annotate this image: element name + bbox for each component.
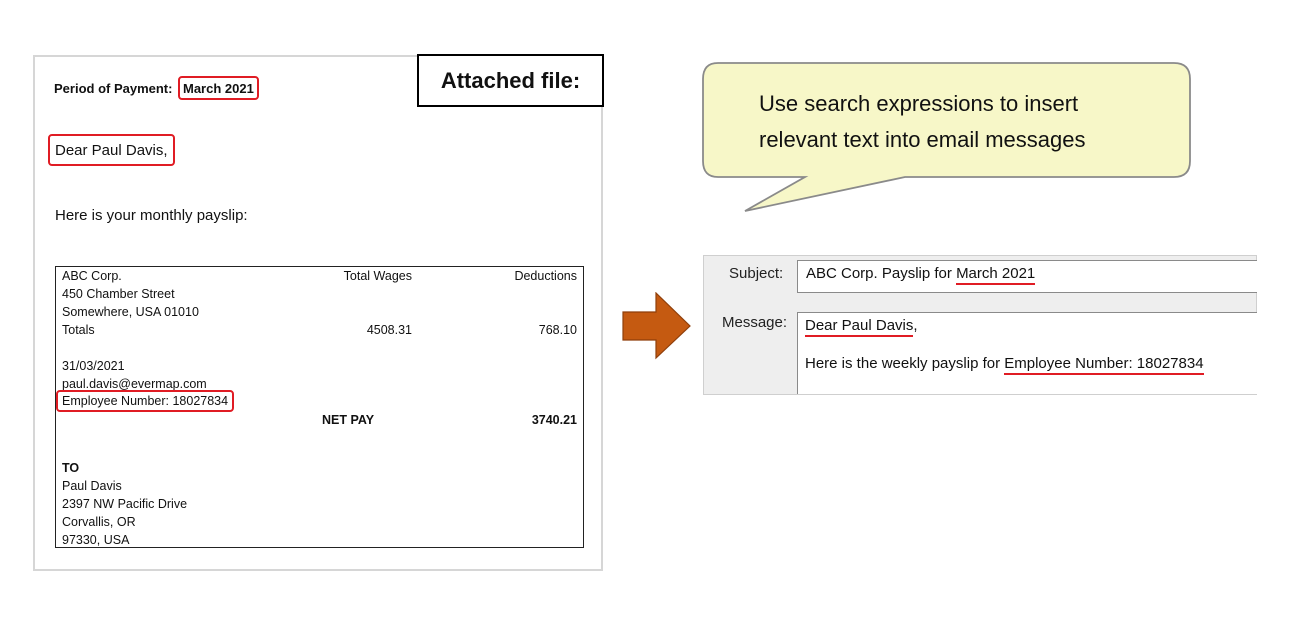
wages-total: 4508.31 bbox=[366, 323, 412, 337]
message-greeting-suffix: , bbox=[913, 317, 918, 334]
period-label: Period of Payment: bbox=[54, 81, 173, 96]
subject-variable: March 2021 bbox=[956, 265, 1036, 285]
company-city: Somewhere, USA 01010 bbox=[62, 305, 199, 319]
deductions-total: 768.10 bbox=[538, 323, 577, 337]
callout-line-2: relevant text into email messages bbox=[759, 127, 1086, 152]
greeting-highlight: Dear Paul Davis, bbox=[48, 134, 175, 166]
to-city: Corvallis, OR bbox=[62, 515, 136, 529]
message-line-2: Here is the weekly payslip for Employee … bbox=[805, 355, 1204, 375]
attached-file-label: Attached file: bbox=[417, 54, 604, 107]
net-pay-value: 3740.21 bbox=[531, 413, 577, 427]
totals-label: Totals bbox=[62, 323, 95, 337]
subject-prefix: ABC Corp. Payslip for bbox=[806, 265, 957, 282]
message-label: Message: bbox=[722, 314, 788, 331]
message-employee-variable: Employee Number: 18027834 bbox=[1004, 355, 1204, 375]
intro-text: Here is your monthly payslip: bbox=[55, 207, 248, 224]
right-arrow-icon bbox=[622, 292, 691, 360]
message-greeting-variable: Dear Paul Davis bbox=[805, 317, 914, 337]
callout-text: Use search expressions to insert relevan… bbox=[759, 86, 1086, 158]
company-name: ABC Corp. bbox=[62, 269, 122, 283]
wages-header: Total Wages bbox=[343, 269, 412, 283]
callout-line-1: Use search expressions to insert bbox=[759, 91, 1079, 116]
to-name: Paul Davis bbox=[62, 479, 122, 493]
payslip-table: ABC Corp. 450 Chamber Street Somewhere, … bbox=[55, 266, 584, 548]
to-street: 2397 NW Pacific Drive bbox=[62, 497, 188, 511]
subject-text: ABC Corp. Payslip for March 2021 bbox=[806, 265, 1036, 285]
to-label: TO bbox=[62, 461, 80, 475]
message-line-2-prefix: Here is the weekly payslip for bbox=[805, 355, 1005, 372]
payslip-date: 31/03/2021 bbox=[62, 359, 125, 373]
message-line-1: Dear Paul Davis, bbox=[805, 317, 918, 337]
subject-label: Subject: bbox=[729, 265, 784, 282]
period-value-highlight: March 2021 bbox=[178, 76, 259, 100]
employee-email: paul.davis@evermap.com bbox=[62, 377, 207, 391]
employee-number-highlight: Employee Number: 18027834 bbox=[56, 390, 235, 412]
company-street: 450 Chamber Street bbox=[62, 287, 175, 301]
deductions-header: Deductions bbox=[514, 269, 577, 283]
to-zip: 97330, USA bbox=[62, 533, 130, 547]
net-pay-label: NET PAY bbox=[322, 413, 375, 427]
